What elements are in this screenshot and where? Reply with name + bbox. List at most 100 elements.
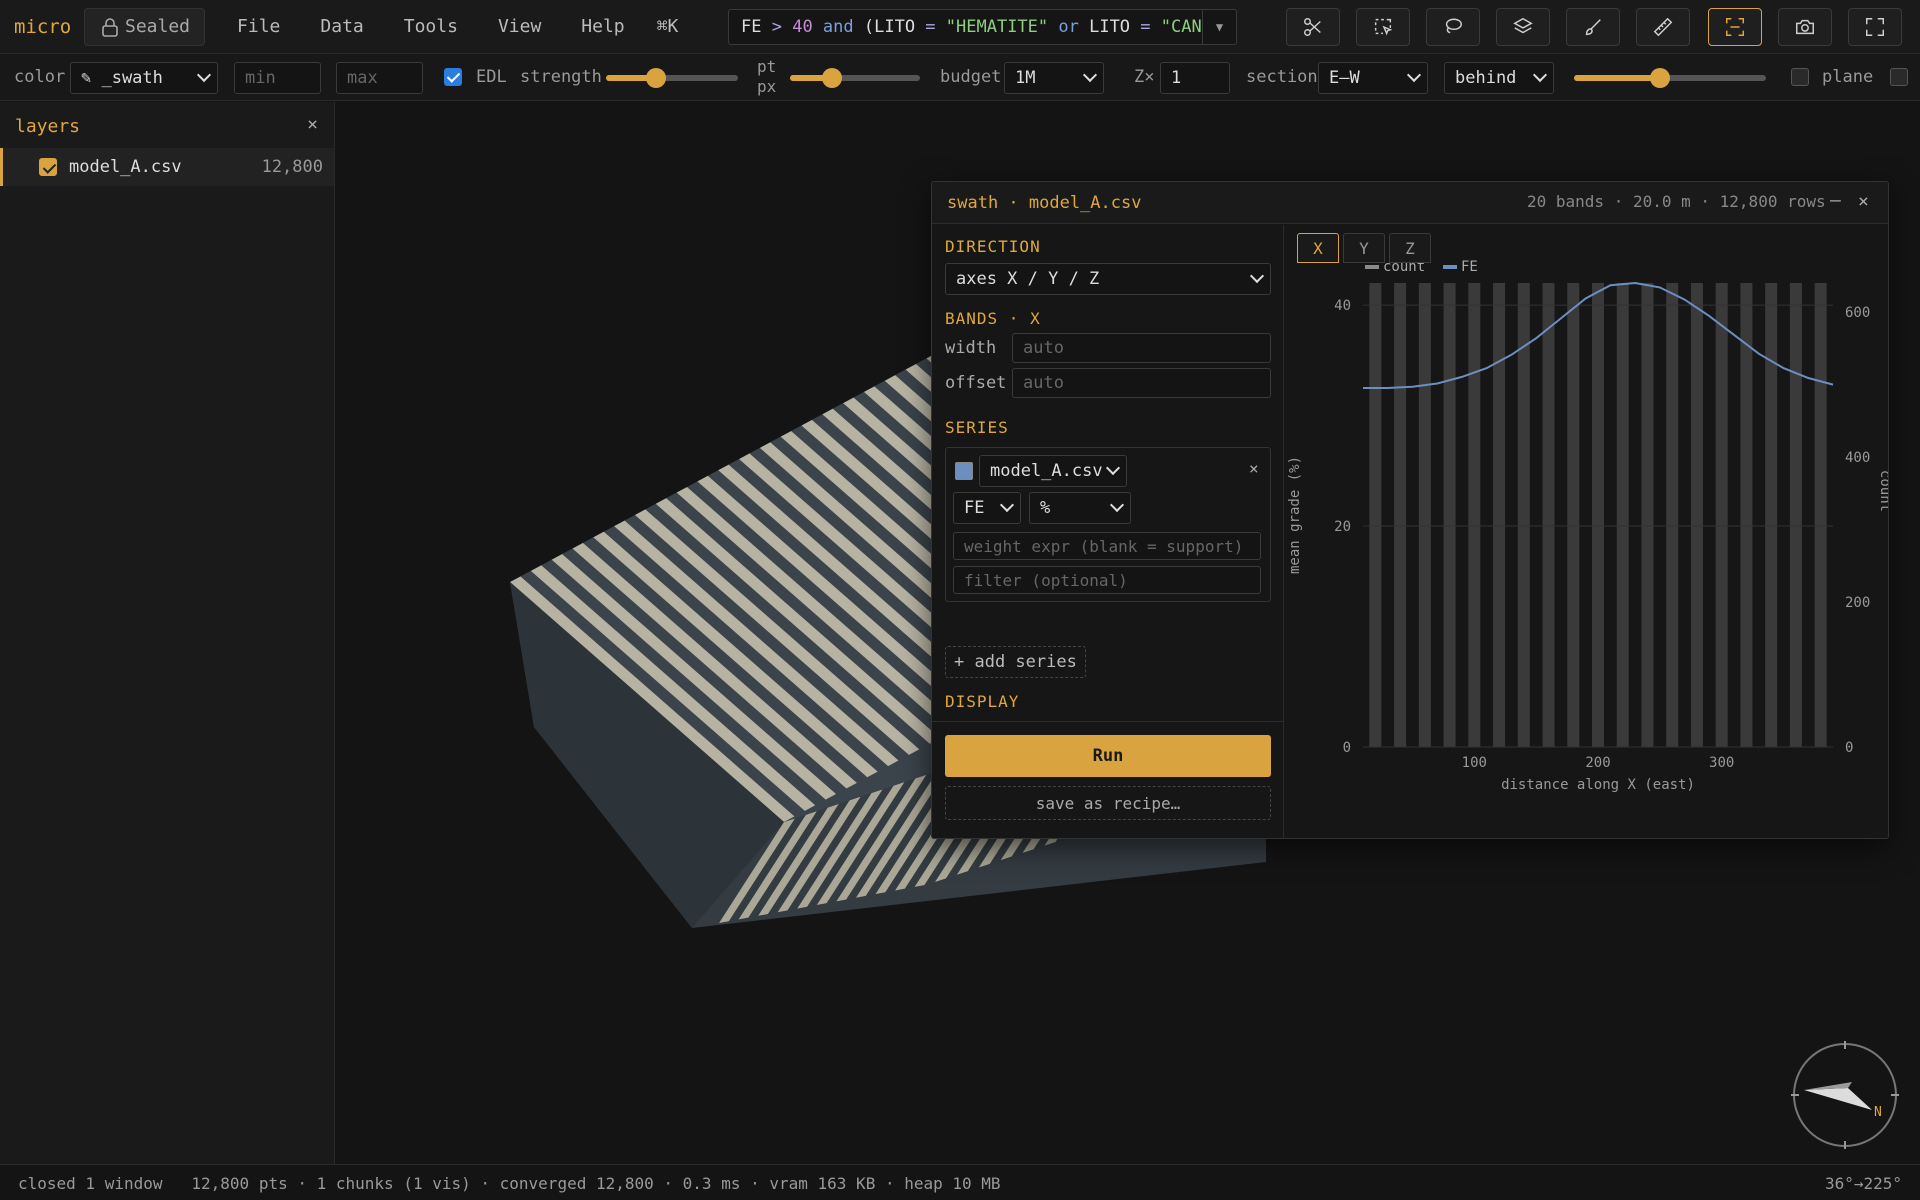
x-tick-label: 200 (1585, 755, 1610, 771)
series-variable-select[interactable]: FE (953, 492, 1021, 524)
layer-count: 12,800 (261, 157, 323, 177)
fullscreen-icon[interactable] (1848, 8, 1902, 46)
menu-help[interactable]: Help (561, 16, 644, 37)
band-width-input[interactable]: auto (1012, 333, 1271, 363)
menu-view[interactable]: View (478, 16, 561, 37)
max-input[interactable]: max (336, 62, 423, 94)
min-input[interactable]: min (234, 62, 321, 94)
bands-label: BANDS · X (945, 309, 1041, 328)
sealed-label: Sealed (125, 16, 191, 37)
save-recipe-button[interactable]: save as recipe… (945, 786, 1271, 820)
query-token: = (925, 17, 936, 37)
swath-panel-header[interactable]: swath · model_A.csv 20 bands · 20.0 m · … (932, 182, 1888, 224)
series-file-select[interactable]: model_A.csv (979, 455, 1127, 487)
edl-label: EDL (476, 67, 507, 87)
pt-label: pt (757, 57, 777, 76)
section-mode-value: behind (1455, 68, 1517, 88)
query-token: and (822, 17, 854, 37)
display-label: DISPLAY (945, 692, 1020, 711)
query-token: "HEMATITE" (935, 17, 1059, 37)
extra-checkbox[interactable] (1890, 68, 1908, 86)
control-bar: color ✎ _swath min max EDL strength pt p… (0, 55, 1920, 101)
remove-series-icon[interactable]: × (1249, 459, 1259, 478)
chevron-down-icon (196, 67, 212, 83)
chevron-down-icon (1105, 460, 1121, 476)
y-tick-label: 40 (1334, 298, 1351, 314)
series-unit-select[interactable]: % (1029, 492, 1131, 524)
divider (932, 721, 1284, 722)
direction-select[interactable]: axes X / Y / Z (945, 263, 1271, 295)
band-offset-input[interactable]: auto (1012, 368, 1271, 398)
layer-name: model_A.csv (69, 157, 182, 177)
x-tick-label: 300 (1709, 755, 1734, 771)
swath-chart[interactable]: 0 20 40 0 200 400 600 100 200 300 distance along X… (1285, 225, 1888, 838)
point-size-slider[interactable] (790, 67, 920, 88)
series-color-swatch[interactable] (955, 462, 973, 480)
menu-file[interactable]: File (217, 16, 300, 37)
offset-label: offset (945, 373, 1007, 393)
query-text[interactable]: FE > 40 and (LITO = "HEMATITE" or LITO =… (729, 17, 1202, 37)
camera-angle-readout: 36°→225° (1824, 1174, 1902, 1193)
add-series-button[interactable]: + add series (945, 646, 1086, 678)
color-select[interactable]: ✎ _swath (70, 62, 218, 94)
x-tick-label: 100 (1462, 755, 1487, 771)
plane-checkbox[interactable] (1791, 68, 1809, 86)
z-exaggeration-input[interactable]: 1 (1160, 62, 1230, 94)
plane-label: plane (1822, 67, 1874, 87)
series-card: model_A.csv × FE % weight expr (blank = … (945, 447, 1271, 602)
section-mode-select[interactable]: behind (1444, 62, 1554, 94)
edl-checkbox[interactable] (444, 68, 462, 86)
weight-expr-input[interactable]: weight expr (blank = support) (953, 532, 1261, 560)
minimize-icon[interactable]: – (1830, 190, 1841, 211)
y-axis-label: mean grade (%) (1287, 456, 1303, 574)
layers-title: layers (15, 116, 81, 137)
count-bar (1690, 283, 1703, 747)
close-icon[interactable]: × (1858, 191, 1869, 212)
menu-tools[interactable]: Tools (384, 16, 478, 37)
budget-select[interactable]: 1M (1004, 62, 1104, 94)
z-exaggeration-label: Z× (1134, 67, 1155, 87)
tab-x[interactable]: X (1297, 233, 1339, 263)
ruler-icon[interactable] (1636, 8, 1690, 46)
brush-icon[interactable] (1566, 8, 1620, 46)
query-token: = (1140, 17, 1151, 37)
count-bar (1641, 283, 1654, 747)
query-dropdown-icon[interactable]: ▼ (1202, 10, 1236, 44)
layers-icon[interactable] (1496, 8, 1550, 46)
query-token: LITO (1078, 17, 1141, 37)
query-input[interactable]: FE > 40 and (LITO = "HEMATITE" or LITO =… (728, 9, 1237, 45)
camera-icon[interactable] (1778, 8, 1832, 46)
count-bar (1765, 283, 1778, 747)
query-token: or (1058, 17, 1079, 37)
run-button[interactable]: Run (945, 735, 1271, 777)
layer-item[interactable]: model_A.csv 12,800 (0, 148, 334, 186)
count-bar (1418, 283, 1431, 747)
layer-visibility-checkbox[interactable] (39, 158, 57, 176)
direction-value: axes X / Y / Z (956, 269, 1100, 289)
command-palette-shortcut[interactable]: ⌘K (657, 16, 679, 37)
strength-slider[interactable] (606, 67, 738, 88)
color-select-value: ✎ _swath (81, 68, 163, 88)
menu-data[interactable]: Data (300, 16, 383, 37)
chevron-down-icon (999, 497, 1015, 513)
scissors-icon[interactable] (1286, 8, 1340, 46)
count-bar (1394, 283, 1407, 747)
query-token: FE (741, 17, 772, 37)
compass-icon[interactable]: N (1790, 1040, 1900, 1150)
count-bar (1592, 283, 1604, 747)
y2-tick-label: 600 (1845, 305, 1870, 321)
section-position-slider[interactable] (1574, 67, 1766, 88)
section-select[interactable]: E–W (1318, 62, 1428, 94)
tab-z[interactable]: Z (1389, 233, 1431, 263)
close-icon[interactable]: × (307, 114, 318, 135)
sealed-button[interactable]: Sealed (84, 7, 206, 46)
chevron-down-icon (1109, 497, 1125, 513)
box-select-icon[interactable] (1356, 8, 1410, 46)
query-token: "CANGA") (1160, 17, 1202, 37)
tab-y[interactable]: Y (1343, 233, 1385, 263)
filter-input[interactable]: filter (optional) (953, 566, 1261, 594)
swath-frame-icon[interactable] (1708, 8, 1762, 46)
lasso-icon[interactable] (1426, 8, 1480, 46)
y-tick-label: 0 (1343, 740, 1351, 756)
app-logo: micro (14, 15, 72, 38)
